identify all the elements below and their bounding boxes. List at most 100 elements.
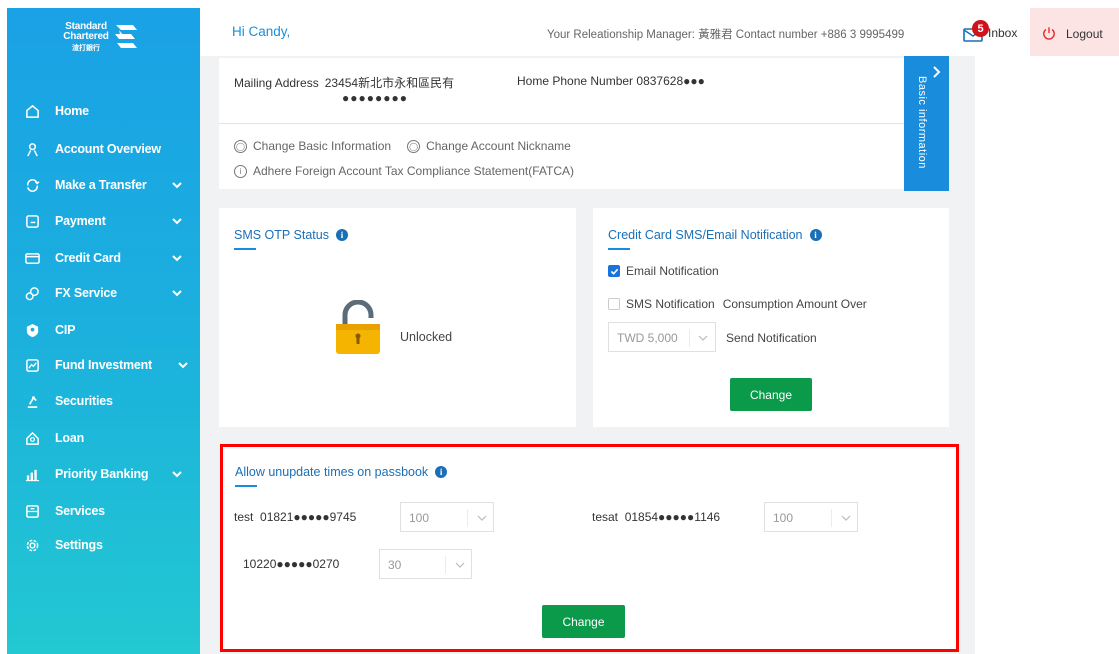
sidebar-item-label: Settings xyxy=(55,538,103,552)
account-2-times-select[interactable]: 100 xyxy=(764,502,858,532)
sidebar-item-home[interactable]: Home xyxy=(7,96,200,126)
chevron-down-icon xyxy=(172,218,182,225)
divider xyxy=(219,123,904,124)
fund-icon xyxy=(24,357,40,373)
account-number: 01854●●●●●1146 xyxy=(624,510,721,524)
mailing-address: Mailing Address 23454新北市永和區民有 xyxy=(234,74,454,91)
account-1-times-select[interactable]: 100 xyxy=(400,502,494,532)
sidebar-item-label: Credit Card xyxy=(55,251,121,265)
select-value: 30 xyxy=(388,558,402,572)
mailing-address-label: Mailing Address xyxy=(234,76,319,90)
sidebar-item-label: Services xyxy=(55,504,105,518)
sms-notification-option[interactable]: SMS Notification Consumption Amount Over xyxy=(608,297,867,311)
transfer-icon xyxy=(24,177,40,193)
sidebar-item-make-a-transfer[interactable]: Make a Transfer xyxy=(7,170,200,200)
home-phone-value: 0837628●●● xyxy=(636,74,705,88)
services-icon xyxy=(24,503,40,519)
fatca-link[interactable]: i Adhere Foreign Account Tax Compliance S… xyxy=(234,164,574,178)
amount-select[interactable]: TWD 5,000 xyxy=(608,322,716,352)
info-icon[interactable]: i xyxy=(809,229,822,241)
sidebar-item-settings[interactable]: Settings xyxy=(7,530,200,560)
sidebar-item-fx-service[interactable]: FX Service xyxy=(7,278,200,308)
info-circle-icon: i xyxy=(234,164,247,178)
sms-notification-label: SMS Notification xyxy=(626,297,715,311)
basic-information-tab-label: Basic information xyxy=(916,76,928,169)
select-value: 100 xyxy=(409,511,430,525)
account-number: 10220●●●●●0270 xyxy=(243,557,340,571)
account-3-times-select[interactable]: 30 xyxy=(379,549,472,579)
gear-icon xyxy=(24,537,40,553)
passbook-title: Allow unupdate times on passbook i xyxy=(235,465,448,487)
unlocked-padlock-icon xyxy=(336,300,380,354)
email-notification-option[interactable]: Email Notification xyxy=(608,264,719,278)
sms-notification-checkbox[interactable] xyxy=(608,298,620,310)
sidebar-item-account-overview[interactable]: Account Overview xyxy=(7,134,200,164)
cc-notification-title: Credit Card SMS/Email Notification i xyxy=(608,228,822,250)
change-basic-info-link[interactable]: ◯ Change Basic Information ◯ Change Accoun… xyxy=(234,139,571,153)
greeting: Hi Candy, xyxy=(232,24,291,39)
account-3-label: 10220●●●●●0270 xyxy=(243,557,339,571)
sc-logo-icon xyxy=(115,25,137,48)
select-value: 100 xyxy=(773,511,794,525)
standard-chartered-logo[interactable]: Standard Chartered 渣打銀行 xyxy=(61,21,161,61)
credit-card-notification-card: Credit Card SMS/Email Notification i Emai… xyxy=(593,208,949,427)
logout-label: Logout xyxy=(1066,27,1103,41)
info-icon[interactable]: i xyxy=(335,229,348,241)
otp-status-text: Unlocked xyxy=(400,330,453,344)
inbox-button[interactable]: 5 Inbox xyxy=(960,20,1030,44)
sidebar-item-payment[interactable]: Payment xyxy=(7,206,200,236)
account-name: test xyxy=(234,510,254,524)
cip-icon xyxy=(24,322,40,338)
sidebar-item-label: Securities xyxy=(55,394,113,408)
relationship-manager-info: Your Releationship Manager: 黃雅君 Contact … xyxy=(547,29,905,41)
basic-information-tab[interactable]: Basic information xyxy=(904,56,949,191)
sidebar-item-label: Account Overview xyxy=(55,142,161,156)
passbook-card: Allow unupdate times on passbook i test 0… xyxy=(222,446,957,650)
home-icon xyxy=(24,103,40,119)
change-nickname-link[interactable]: Change Account Nickname xyxy=(426,139,571,153)
account-number: 01821●●●●●9745 xyxy=(260,510,357,524)
sidebar-item-label: Priority Banking xyxy=(55,467,149,481)
cc-change-button[interactable]: Change xyxy=(730,378,812,411)
passbook-change-button[interactable]: Change xyxy=(542,605,625,638)
credit-card-icon xyxy=(24,250,40,266)
send-notification-label: Send Notification xyxy=(726,331,817,345)
logout-button[interactable]: Logout xyxy=(1030,8,1119,56)
home-phone-label: Home Phone Number xyxy=(517,74,634,88)
email-notification-checkbox[interactable] xyxy=(608,265,620,277)
inbox-count-badge: 5 xyxy=(972,20,989,37)
sidebar-item-services[interactable]: Services xyxy=(7,496,200,526)
chevron-down-icon xyxy=(172,290,182,297)
brand-name-cn: 渣打銀行 xyxy=(72,45,100,52)
change-basic-info-label: Change Basic Information xyxy=(253,139,392,153)
chevron-down-icon xyxy=(841,515,851,521)
title-underline xyxy=(235,485,257,487)
payment-icon xyxy=(24,213,40,229)
mailing-address-masked: ●●●●●●●● xyxy=(342,91,408,105)
sidebar-item-fund-investment[interactable]: Fund Investment xyxy=(7,350,200,380)
loan-icon xyxy=(24,430,40,446)
chevron-right-icon xyxy=(933,66,941,78)
sidebar-item-credit-card[interactable]: Credit Card xyxy=(7,243,200,273)
amount-select-value: TWD 5,000 xyxy=(617,331,678,345)
person-circle-icon: ◯ xyxy=(407,139,421,153)
info-icon[interactable]: i xyxy=(435,466,448,478)
title-underline xyxy=(234,248,256,250)
sidebar-item-label: Loan xyxy=(55,431,85,445)
sidebar-item-label: FX Service xyxy=(55,286,117,300)
sidebar-item-securities[interactable]: Securities xyxy=(7,386,200,416)
email-notification-label: Email Notification xyxy=(626,264,719,278)
sidebar-item-label: CIP xyxy=(55,323,76,337)
sidebar-item-label: Home xyxy=(55,104,89,118)
sidebar-item-loan[interactable]: Loan xyxy=(7,423,200,453)
chevron-down-icon xyxy=(698,335,708,341)
fx-icon xyxy=(24,285,40,301)
person-circle-icon: ◯ xyxy=(234,139,247,153)
sidebar-item-cip[interactable]: CIP xyxy=(7,315,200,345)
brand-name: Standard Chartered xyxy=(63,21,109,42)
securities-icon xyxy=(24,393,40,409)
sidebar-item-priority-banking[interactable]: Priority Banking xyxy=(7,459,200,489)
account-2-label: tesat 01854●●●●●1146 xyxy=(592,510,720,524)
sms-otp-card: SMS OTP Status i Unlocked xyxy=(219,208,576,427)
power-icon xyxy=(1043,27,1055,40)
